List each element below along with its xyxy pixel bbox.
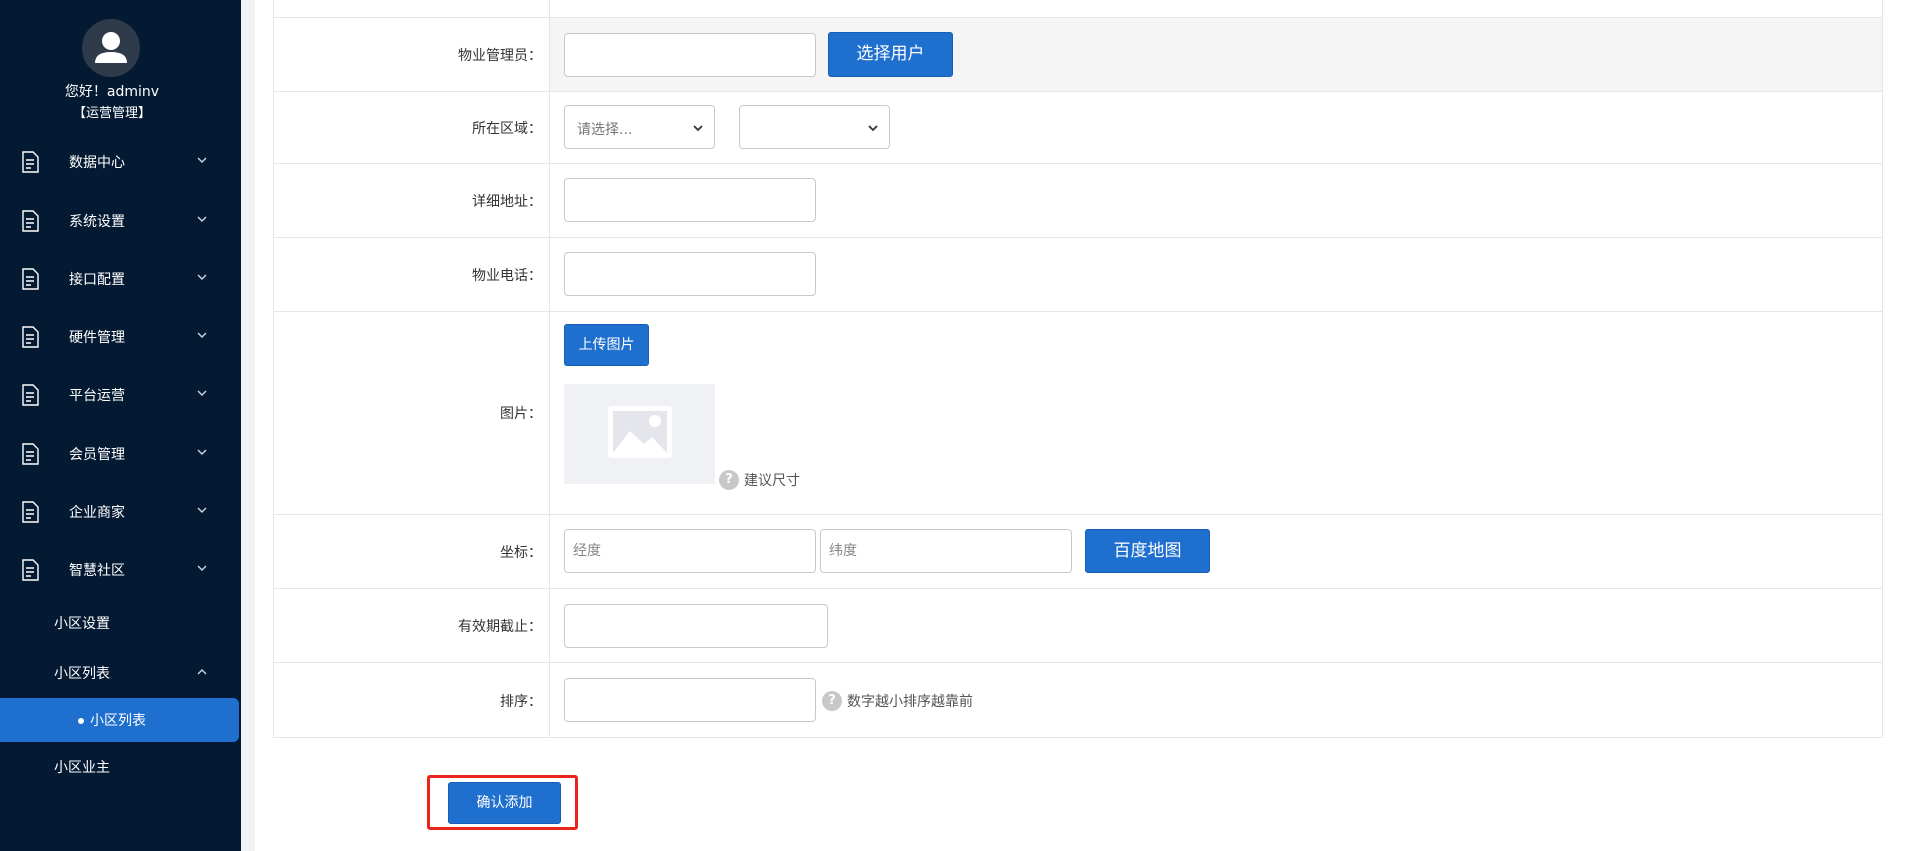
baidu-map-button[interactable]: 百度地图 xyxy=(1085,529,1210,573)
sort-hint-text: 数字越小排序越靠前 xyxy=(847,694,973,710)
menu-item-data-center[interactable]: 数据中心 xyxy=(0,140,241,184)
menu-label: 接口配置 xyxy=(69,272,125,288)
form-row-manager: 物业管理员： 选择用户 xyxy=(274,18,1882,92)
confirm-add-button[interactable]: 确认添加 xyxy=(448,782,561,824)
image-label: 图片： xyxy=(500,406,542,422)
manager-input[interactable] xyxy=(564,33,816,77)
sub-item-label: 小区设置 xyxy=(54,616,110,632)
menu-label: 会员管理 xyxy=(69,447,125,463)
document-icon xyxy=(22,384,39,406)
chevron-down-icon xyxy=(197,216,207,222)
document-icon xyxy=(22,268,39,290)
user-block: 您好！adminv 【运营管理】 xyxy=(0,0,241,130)
main-content: 物业管理员： 选择用户 所在区域： 请选择... 详细地址： 物业电话： 图片：… xyxy=(255,0,1912,851)
coords-label: 坐标： xyxy=(500,545,542,561)
manager-label: 物业管理员： xyxy=(458,48,542,64)
menu-item-hardware[interactable]: 硬件管理 xyxy=(0,315,241,359)
menu-label: 企业商家 xyxy=(69,505,125,521)
document-icon xyxy=(22,501,39,523)
sidebar: 您好！adminv 【运营管理】 数据中心 系统设置 接口配置 硬件管理 平台运… xyxy=(0,0,241,851)
chevron-down-icon xyxy=(197,157,207,163)
document-icon xyxy=(22,443,39,465)
form-row-previous xyxy=(274,0,1882,18)
document-icon xyxy=(22,559,39,581)
menu-item-merchants[interactable]: 企业商家 xyxy=(0,490,241,534)
expiry-label: 有效期截止： xyxy=(458,619,542,635)
form-row-sort: 排序： ? 数字越小排序越靠前 xyxy=(274,663,1882,738)
upload-image-button[interactable]: 上传图片 xyxy=(564,324,649,366)
bullet-dot xyxy=(78,718,84,724)
chevron-down-icon xyxy=(197,449,207,455)
province-select[interactable]: 请选择... xyxy=(564,105,715,149)
form-row-coords: 坐标： 百度地图 xyxy=(274,515,1882,589)
help-icon[interactable]: ? xyxy=(822,691,842,711)
avatar[interactable] xyxy=(82,19,140,77)
image-placeholder-icon xyxy=(608,406,672,458)
leaf-item-community-list-active[interactable]: 小区列表 xyxy=(0,698,239,742)
leaf-item-label: 小区列表 xyxy=(90,713,146,729)
address-label: 详细地址： xyxy=(472,194,542,210)
sub-item-label: 小区业主 xyxy=(54,760,110,776)
longitude-input[interactable] xyxy=(564,529,816,573)
menu-item-members[interactable]: 会员管理 xyxy=(0,432,241,476)
document-icon xyxy=(22,210,39,232)
form-row-expiry: 有效期截止： xyxy=(274,589,1882,663)
document-icon xyxy=(22,326,39,348)
menu-label: 智慧社区 xyxy=(69,563,125,579)
latitude-input[interactable] xyxy=(820,529,1072,573)
city-select[interactable] xyxy=(739,105,890,149)
address-input[interactable] xyxy=(564,178,816,222)
sort-input[interactable] xyxy=(564,678,816,722)
menu-label: 系统设置 xyxy=(69,214,125,230)
image-preview[interactable] xyxy=(564,384,715,484)
form-row-image: 图片： 上传图片 ? 建议尺寸 xyxy=(274,312,1882,515)
menu-label: 平台运营 xyxy=(69,388,125,404)
expiry-input[interactable] xyxy=(564,604,828,648)
menu-item-api-config[interactable]: 接口配置 xyxy=(0,257,241,301)
menu-label: 硬件管理 xyxy=(69,330,125,346)
form-table: 物业管理员： 选择用户 所在区域： 请选择... 详细地址： 物业电话： 图片：… xyxy=(273,0,1883,738)
role-text: 【运营管理】 xyxy=(72,106,151,121)
sub-item-label: 小区列表 xyxy=(54,666,110,682)
phone-input[interactable] xyxy=(564,252,816,296)
menu-item-platform-ops[interactable]: 平台运营 xyxy=(0,373,241,417)
form-row-region: 所在区域： 请选择... xyxy=(274,92,1882,164)
select-user-button[interactable]: 选择用户 xyxy=(828,32,953,77)
greeting-text: 您好！adminv xyxy=(64,84,160,100)
sort-label: 排序： xyxy=(500,694,542,710)
size-hint-text: 建议尺寸 xyxy=(744,473,800,489)
province-select-placeholder: 请选择... xyxy=(577,122,633,138)
chevron-down-icon xyxy=(197,274,207,280)
app-root: 您好！adminv 【运营管理】 数据中心 系统设置 接口配置 硬件管理 平台运… xyxy=(0,0,1912,851)
region-label: 所在区域： xyxy=(472,121,542,137)
chevron-down-icon xyxy=(197,507,207,513)
menu-item-smart-community[interactable]: 智慧社区 xyxy=(0,548,241,592)
chevron-down-icon xyxy=(693,125,703,132)
sub-item-community-owners[interactable]: 小区业主 xyxy=(0,747,241,787)
chevron-down-icon xyxy=(197,332,207,338)
user-icon xyxy=(95,32,127,63)
form-row-phone: 物业电话： xyxy=(274,238,1882,312)
help-icon[interactable]: ? xyxy=(719,470,739,490)
scrollbar-track[interactable] xyxy=(1893,0,1912,851)
chevron-down-icon xyxy=(868,125,878,132)
document-icon xyxy=(22,151,39,173)
chevron-down-icon xyxy=(197,390,207,396)
menu-label: 数据中心 xyxy=(69,155,125,171)
form-row-address: 详细地址： xyxy=(274,164,1882,238)
chevron-down-icon xyxy=(197,565,207,571)
sub-item-community-list[interactable]: 小区列表 xyxy=(0,653,241,693)
chevron-up-icon xyxy=(197,669,207,675)
phone-label: 物业电话： xyxy=(472,268,542,284)
sub-item-community-settings[interactable]: 小区设置 xyxy=(0,603,241,643)
menu-item-system-settings[interactable]: 系统设置 xyxy=(0,199,241,243)
